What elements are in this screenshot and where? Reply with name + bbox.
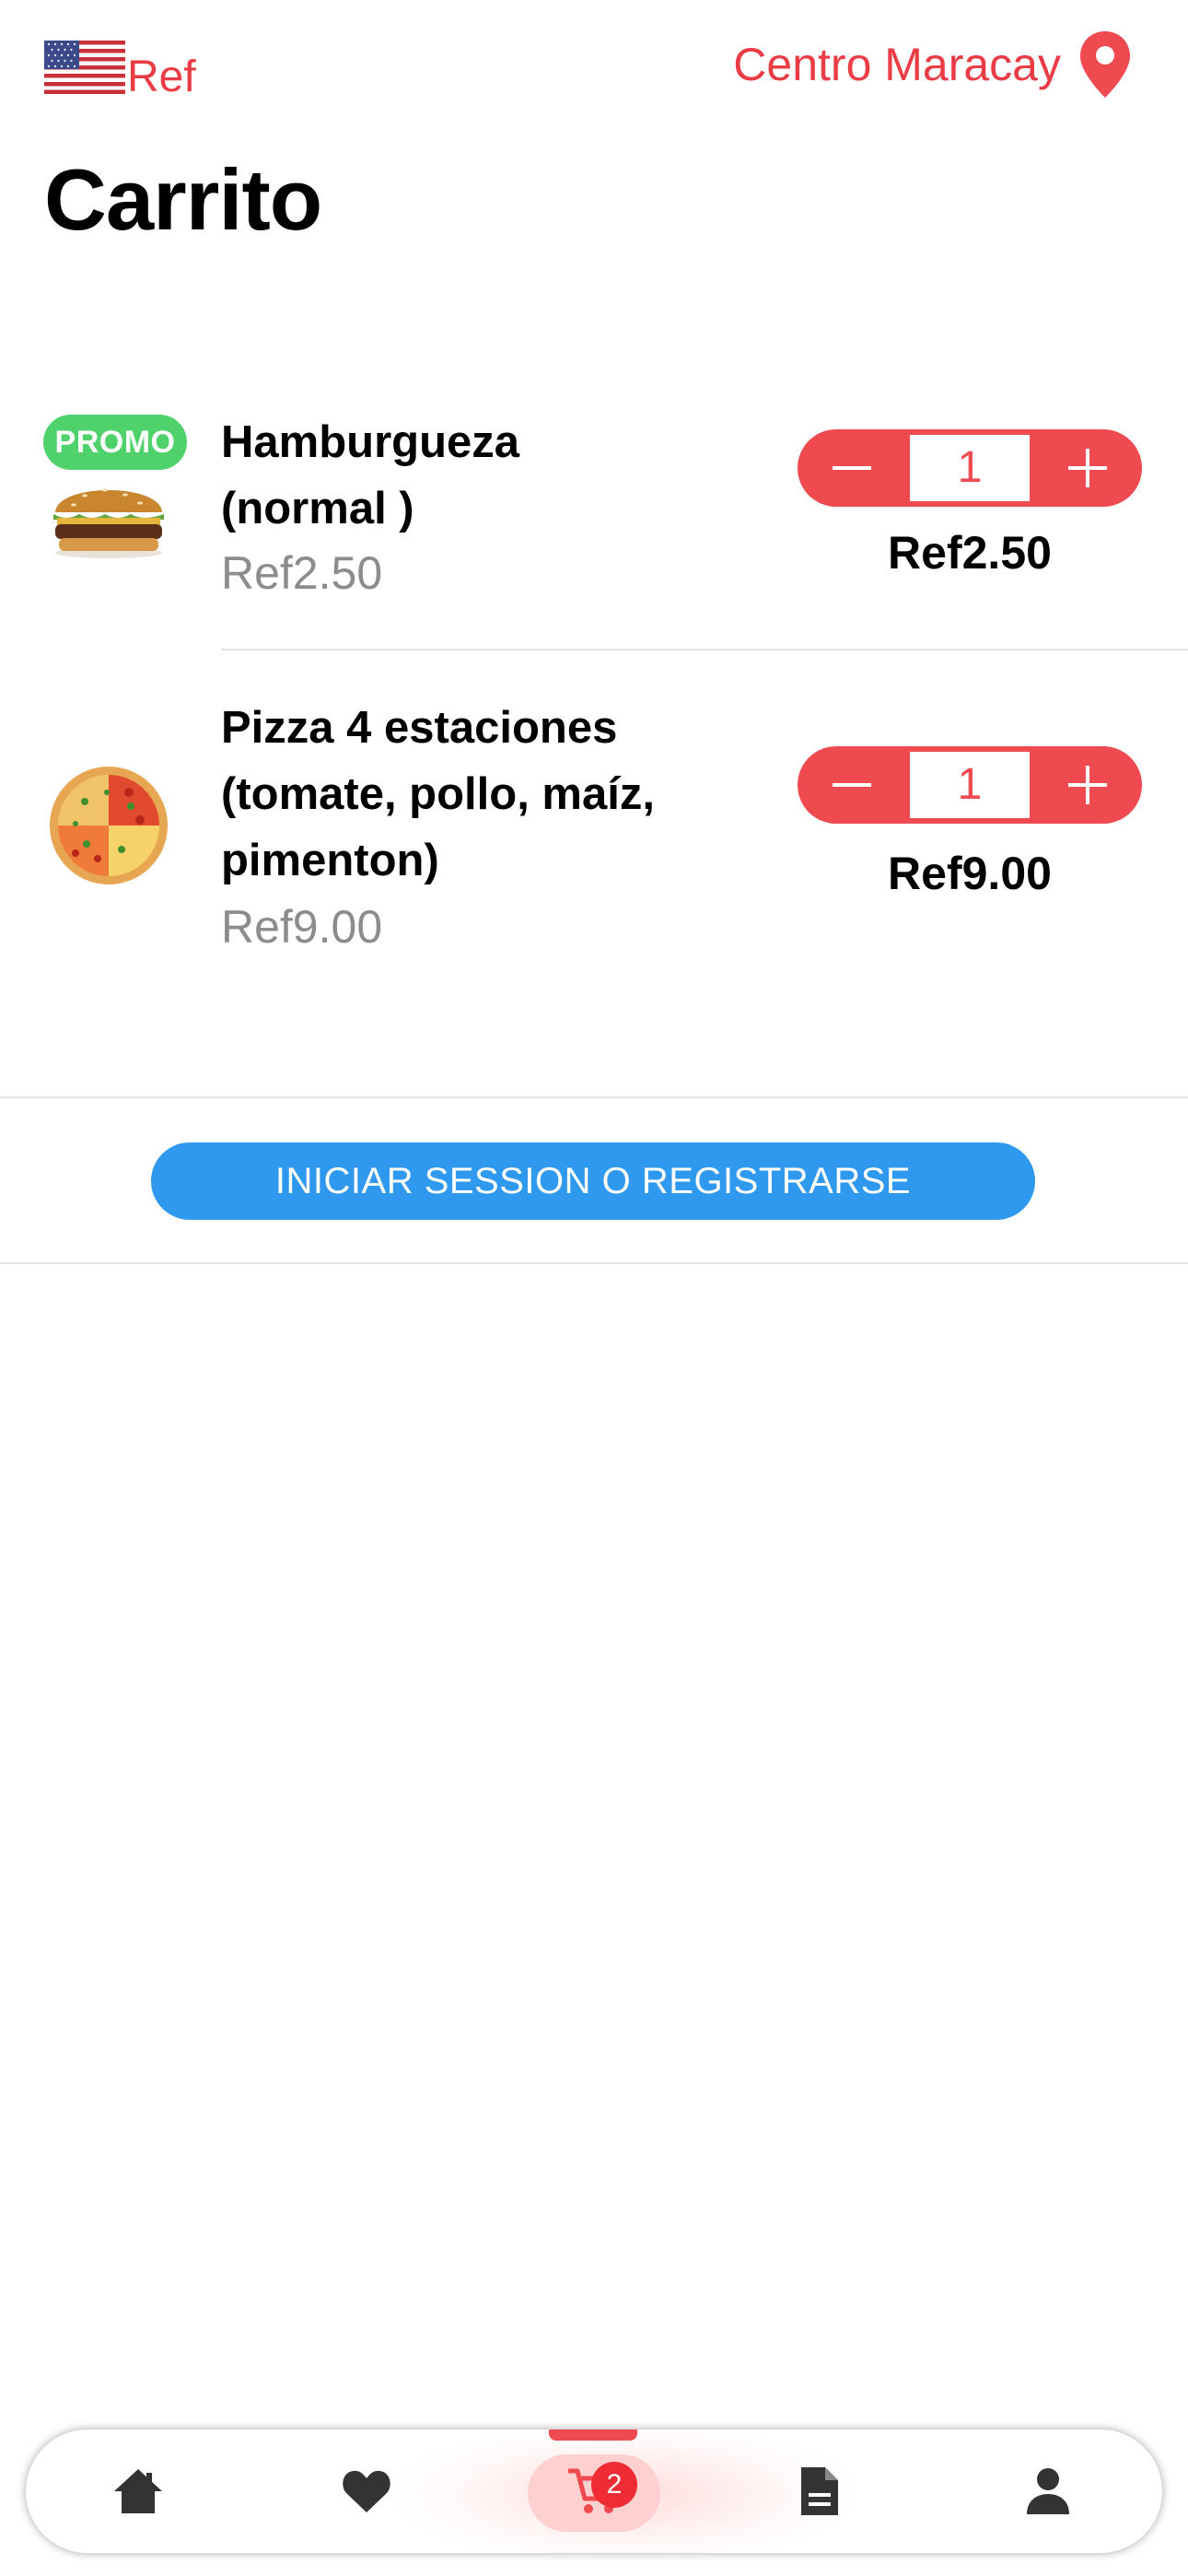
increase-quantity-button[interactable] — [1033, 746, 1142, 824]
active-tab-indicator — [549, 2430, 637, 2441]
location-selector[interactable]: Centro Maracay — [733, 29, 1133, 100]
us-flag-icon — [44, 41, 125, 94]
item-unit-price: Ref2.50 — [221, 547, 383, 599]
home-icon — [114, 2469, 162, 2513]
quantity-stepper[interactable]: 1 — [798, 429, 1142, 507]
quantity-stepper[interactable]: 1 — [798, 746, 1142, 824]
plus-icon — [1068, 449, 1107, 487]
quantity-value[interactable]: 1 — [910, 435, 1030, 501]
currency-selector[interactable]: Ref — [44, 28, 196, 100]
increase-quantity-button[interactable] — [1033, 429, 1142, 507]
user-icon — [1027, 2468, 1069, 2514]
item-line-total: Ref2.50 — [888, 527, 1052, 579]
quantity-value[interactable]: 1 — [910, 752, 1030, 818]
nav-favorites[interactable] — [302, 2430, 431, 2553]
location-label: Centro Maracay — [733, 39, 1061, 90]
nav-profile[interactable] — [984, 2430, 1112, 2553]
burger-image — [53, 488, 164, 558]
decrease-quantity-button[interactable] — [798, 746, 906, 824]
item-name: Pizza 4 estaciones (tomate, pollo, maíz,… — [221, 703, 655, 885]
nav-home[interactable] — [74, 2430, 203, 2553]
divider — [221, 649, 1188, 650]
promo-badge: PROMO — [43, 415, 187, 470]
minus-icon — [833, 783, 871, 787]
minus-icon — [833, 466, 871, 470]
divider — [0, 1096, 1188, 1098]
heart-icon — [343, 2470, 390, 2512]
item-name: Hamburgueza (normal ) — [221, 417, 520, 533]
map-pin-icon — [1080, 31, 1130, 98]
decrease-quantity-button[interactable] — [798, 429, 906, 507]
item-line-total: Ref9.00 — [888, 848, 1052, 899]
nav-orders[interactable] — [755, 2430, 884, 2553]
item-unit-price: Ref9.00 — [221, 901, 383, 953]
page-title: Carrito — [44, 151, 322, 248]
document-icon — [801, 2467, 838, 2515]
currency-label: Ref — [127, 53, 196, 101]
login-register-button[interactable]: INICIAR SESSION O REGISTRARSE — [151, 1142, 1035, 1220]
cart-count-badge: 2 — [591, 2462, 637, 2508]
pizza-image — [50, 767, 168, 884]
divider — [0, 1262, 1188, 1264]
plus-icon — [1068, 766, 1107, 804]
